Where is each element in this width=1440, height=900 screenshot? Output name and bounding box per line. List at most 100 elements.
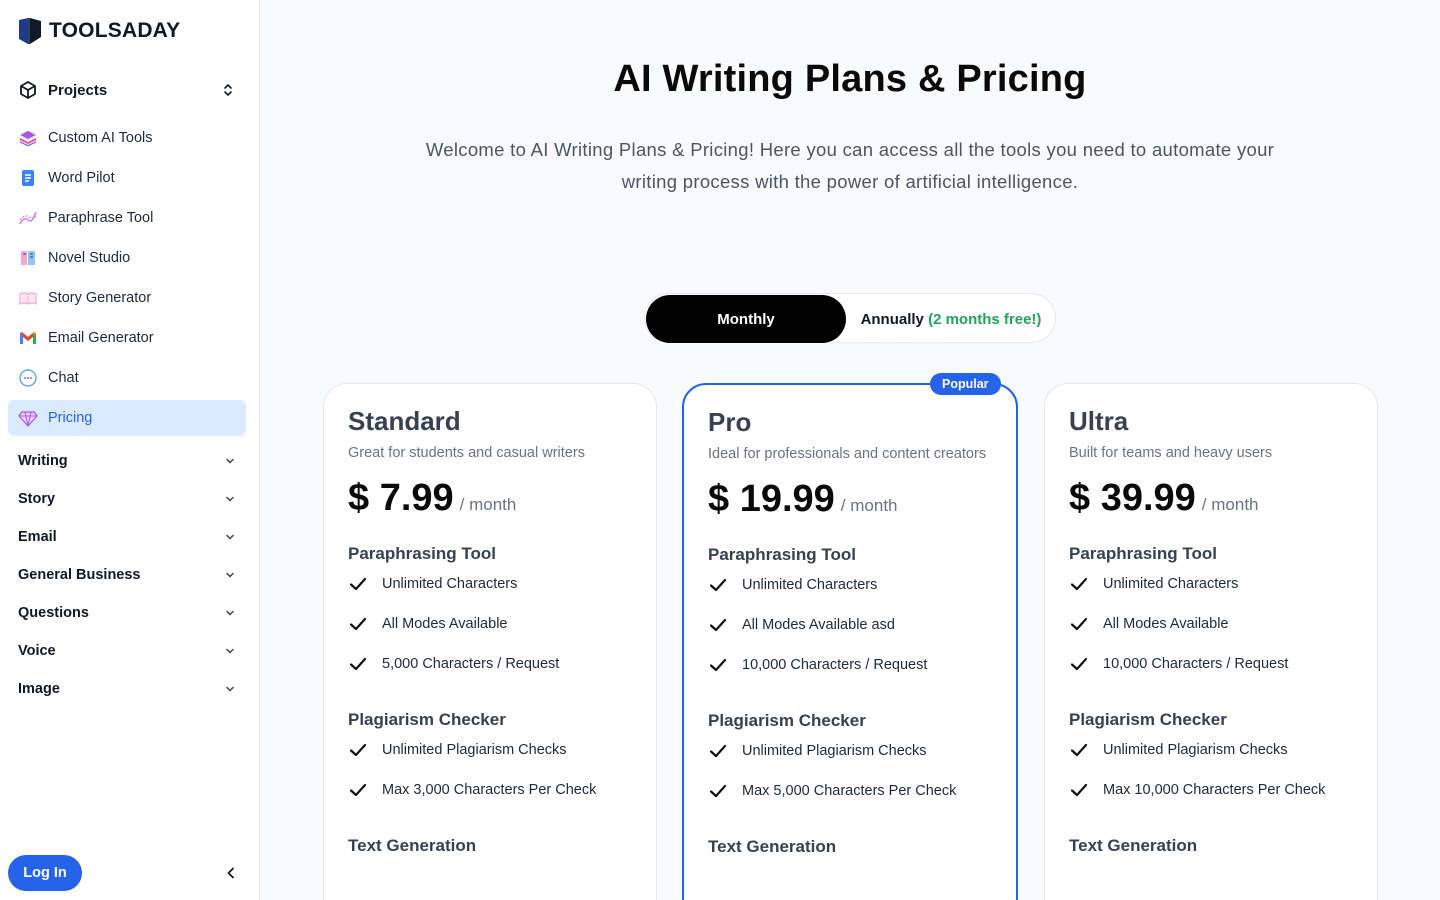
feature-section-title: Text Generation [708, 837, 837, 856]
sidebar-group-email[interactable]: Email [8, 518, 246, 556]
sidebar-item-label: Pricing [48, 410, 93, 426]
collapse-sidebar-button[interactable] [222, 864, 240, 882]
feature-section-title: Text Generation [348, 836, 477, 855]
feature-text: Unlimited Characters [742, 577, 878, 593]
check-icon [1070, 743, 1088, 757]
group-label: General Business [18, 567, 141, 583]
feature-section-title: Paraphrasing Tool [708, 545, 856, 564]
feature-text: All Modes Available [1103, 616, 1229, 632]
plan-price: $ 7.99 [348, 477, 454, 519]
feature-section-title: Plagiarism Checker [708, 711, 866, 730]
feature-section-title: Paraphrasing Tool [1069, 544, 1217, 563]
sidebar-item-paraphrase-tool[interactable]: Paraphrase Tool [8, 200, 246, 236]
sidebar-item-chat[interactable]: Chat [8, 360, 246, 396]
check-icon [349, 577, 367, 591]
plan-subtitle: Built for teams and heavy users [1069, 445, 1273, 461]
check-icon [709, 618, 727, 632]
document-icon [18, 168, 38, 188]
feature-item: All Modes Available asd [708, 605, 992, 645]
sidebar-item-label: Chat [48, 370, 79, 386]
brand-logo[interactable]: TOOLSADAY [17, 17, 180, 45]
feature-item: Unlimited Plagiarism Checks [1069, 730, 1353, 770]
sidebar-group-image[interactable]: Image [8, 670, 246, 708]
projects-switcher[interactable]: Projects [8, 72, 246, 108]
sidebar-group-writing[interactable]: Writing [8, 442, 246, 480]
feature-text: Max 10,000 Characters Per Check [1103, 782, 1326, 798]
sidebar-item-story-generator[interactable]: Story Generator [8, 280, 246, 316]
feature-item: All Modes Available [1069, 604, 1353, 644]
chat-bubble-icon [18, 368, 38, 388]
feature-text: 10,000 Characters / Request [742, 657, 928, 673]
feature-text: Max 5,000 Characters Per Check [742, 783, 957, 799]
sidebar-nav: Custom AI Tools Word Pilot Paraphrase To… [8, 120, 246, 440]
feature-section-title: Text Generation [1069, 836, 1198, 855]
feature-item: All Modes Available [348, 604, 632, 644]
check-icon [1070, 657, 1088, 671]
chevron-down-icon [226, 534, 234, 540]
feature-text: 10,000 Characters / Request [1103, 656, 1289, 672]
chevron-left-icon [227, 867, 234, 879]
sidebar-item-label: Novel Studio [48, 250, 131, 266]
check-icon [349, 617, 367, 631]
page-title: AI Writing Plans & Pricing [613, 58, 1087, 100]
chevron-down-icon [226, 686, 234, 692]
feature-item: Unlimited Plagiarism Checks [708, 731, 992, 771]
sidebar-item-pricing[interactable]: Pricing [8, 400, 246, 436]
check-icon [1070, 783, 1088, 797]
brand-name: TOOLSADAY [49, 19, 181, 42]
check-icon [349, 743, 367, 757]
group-label: Image [18, 681, 60, 697]
sidebar-item-custom-ai-tools[interactable]: Custom AI Tools [8, 120, 246, 156]
sidebar-group-general-business[interactable]: General Business [8, 556, 246, 594]
sidebar-item-label: Email Generator [48, 330, 154, 346]
diamond-icon [18, 408, 38, 428]
check-icon [349, 783, 367, 797]
feature-item: Max 10,000 Characters Per Check [1069, 770, 1353, 810]
chevron-down-icon [226, 496, 234, 502]
popular-badge: Popular [930, 373, 1001, 395]
annually-discount-note: (2 months free!) [928, 310, 1042, 328]
check-icon [1070, 577, 1088, 591]
cube-icon [20, 81, 36, 99]
main-content: AI Writing Plans & Pricing Welcome to AI… [260, 0, 1440, 900]
story-icon [18, 288, 38, 308]
plan-name: Pro [708, 407, 752, 437]
feature-item: 5,000 Characters / Request [348, 644, 632, 684]
feature-item: Max 3,000 Characters Per Check [348, 770, 632, 810]
check-icon [709, 578, 727, 592]
feature-item: Unlimited Characters [1069, 564, 1353, 604]
feature-text: Unlimited Plagiarism Checks [382, 742, 567, 758]
chevron-down-icon [226, 572, 234, 578]
group-label: Voice [18, 643, 56, 659]
feature-item: 10,000 Characters / Request [1069, 644, 1353, 684]
group-label: Story [18, 491, 56, 507]
plan-card-pro: Popular Pro Ideal for professionals and … [682, 373, 1018, 900]
feature-text: All Modes Available asd [742, 617, 895, 633]
plan-price-row: $ 7.99 / month [348, 477, 632, 520]
sidebar-item-label: Story Generator [48, 290, 152, 306]
login-button[interactable]: Log In [8, 855, 82, 891]
sidebar-group-questions[interactable]: Questions [8, 594, 246, 632]
sidebar-item-email-generator[interactable]: Email Generator [8, 320, 246, 356]
plan-price: $ 19.99 [708, 478, 835, 520]
chevron-down-icon [226, 648, 234, 654]
group-label: Writing [18, 453, 68, 469]
plan-period: / month [1201, 495, 1259, 514]
layers-icon [18, 128, 38, 148]
feature-text: All Modes Available [382, 616, 508, 632]
plan-price-row: $ 39.99 / month [1069, 477, 1353, 520]
monthly-toggle-button[interactable]: Monthly [646, 295, 846, 343]
annually-toggle-button[interactable]: Annually (2 months free!) [847, 295, 1055, 343]
feature-text: Unlimited Characters [1103, 576, 1239, 592]
feature-section-title: Plagiarism Checker [1069, 710, 1227, 729]
feature-text: Unlimited Characters [382, 576, 518, 592]
group-label: Email [18, 529, 57, 545]
sidebar-group-story[interactable]: Story [8, 480, 246, 518]
sidebar-group-voice[interactable]: Voice [8, 632, 246, 670]
feature-text: Unlimited Plagiarism Checks [742, 743, 927, 759]
sidebar-item-word-pilot[interactable]: Word Pilot [8, 160, 246, 196]
plan-subtitle: Great for students and casual writers [348, 445, 585, 461]
check-icon [709, 784, 727, 798]
sidebar-item-novel-studio[interactable]: Novel Studio [8, 240, 246, 276]
feature-item: Unlimited Characters [348, 564, 632, 604]
